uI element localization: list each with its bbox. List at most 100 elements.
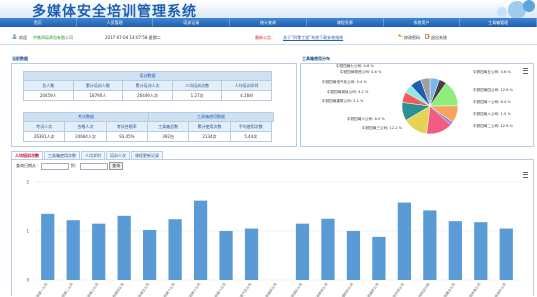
- pie-label-7: 中铁四局六公司: 8.9 %: [347, 117, 385, 121]
- pie-label-10: 中铁四局电气化公司: 5.4 %: [322, 80, 367, 84]
- pie-label-8: 中铁四局建筑公司: 5.1 %: [322, 99, 364, 103]
- exam-toolbox-value-cell-5: 5.44次: [229, 131, 273, 142]
- exam-toolbox-value-cell-0: 26391人次: [22, 131, 66, 142]
- train-value-cell-0: 20459人: [23, 90, 74, 101]
- info-bar: 欢迎 中铁四局承包有限公司 2017-07-04 14:07:58 星期二 最新…: [0, 30, 537, 45]
- x-tick-label-6: 中铁四局第七公司: [182, 282, 202, 297]
- toolbox-pie-chart: [401, 77, 459, 135]
- app-header: 多媒体安全培训管理系统: [0, 0, 537, 20]
- bar-5[interactable]: [168, 219, 182, 280]
- x-tick-label-7: 中铁四局第八公司: [207, 282, 227, 297]
- bar-0[interactable]: [41, 213, 55, 280]
- main-nav: 首页 人员管理 培训记录 统计查询 课程资源 系统用户 工具箱管理: [0, 18, 537, 27]
- x-tick-label-5: 中铁四局第六公司: [156, 282, 176, 297]
- training-bar-chart: 210中铁四局第一公司 中铁四局第二公司 中铁四局第三公司 中铁四局第四公司 中铁四局第…: [26, 180, 519, 297]
- bar-1[interactable]: [66, 220, 80, 280]
- exam-toolbox-table: 考试人次 合格人次 考试合格率 工具箱总数 累计使用次数 平均使用次数 26391人次 24…: [22, 121, 273, 142]
- train-header-cell-1: 累计培训人数: [72, 80, 124, 91]
- exam-toolbox-header-cell-3: 工具箱总数: [146, 121, 190, 132]
- bar-12[interactable]: [346, 231, 361, 280]
- date-to-label: 到：: [70, 163, 79, 168]
- bar-11[interactable]: [321, 218, 335, 280]
- user-icon: [12, 34, 17, 39]
- bar-10[interactable]: [295, 223, 310, 280]
- bar-14[interactable]: [397, 202, 411, 280]
- logout-icon: [425, 34, 430, 39]
- x-tick-label-9: 中铁四局建筑公司: [258, 282, 278, 297]
- bar-6[interactable]: [193, 200, 208, 280]
- bar-15[interactable]: [423, 210, 437, 280]
- query-button[interactable]: 查询: [109, 162, 124, 170]
- nav-item-2[interactable]: 培训记录: [153, 18, 231, 27]
- date-from-label: 查询日期从：: [16, 163, 40, 168]
- pie-label-4: 中铁四局八公司: 1.5 %: [473, 112, 511, 116]
- nav-item-0[interactable]: 首页: [0, 18, 77, 27]
- train-table: 总人数 累计培训人数 累计培训人次 人均培训次数 人均培训学时 20459人 18790人…: [23, 80, 272, 101]
- x-tick-label-3: 中铁四局第四公司: [105, 282, 125, 297]
- key-icon: [398, 34, 403, 37]
- bar-2[interactable]: [92, 223, 106, 280]
- bar-3[interactable]: [117, 215, 131, 280]
- x-tick-label-13: 中铁四局路桥公司: [360, 282, 380, 297]
- nav-item-4[interactable]: 课程资源: [307, 18, 384, 27]
- nav-item-3[interactable]: 统计查询: [230, 18, 307, 27]
- bar-8[interactable]: [244, 228, 259, 280]
- nav-item-1[interactable]: 人员管理: [77, 18, 154, 27]
- train-value-cell-4: 4.16时: [221, 90, 272, 101]
- pie-label-9: 中铁四局城轨公司: 4.2 %: [327, 90, 369, 94]
- pie-label-3: 中铁四局一公司: 8.4 %: [473, 100, 511, 104]
- x-tick-label-4: 中铁四局第五公司: [131, 282, 151, 297]
- exam-toolbox-header-cell-4: 累计使用次数: [188, 121, 231, 132]
- x-tick-label-8: 中铁四局电气化公司: [231, 282, 253, 297]
- nav-item-6[interactable]: 工具箱管理: [460, 18, 537, 27]
- train-value-cell-2: 26449人次: [122, 90, 173, 101]
- bar-16[interactable]: [448, 221, 462, 280]
- y-tick-label-2: 0: [26, 278, 29, 283]
- x-tick-label-0: 中铁四局第一公司: [29, 282, 49, 297]
- logout-button[interactable]: 退出系统: [431, 35, 447, 41]
- train-header-cell-3: 人均培训次数: [171, 80, 223, 91]
- x-tick-label-18: 中铁四局海外公司: [487, 282, 507, 297]
- current-datetime: 2017-07-04 14:07:58 星期二: [105, 35, 161, 40]
- x-tick-label-16: 中铁四局置业公司: [436, 282, 456, 297]
- exam-toolbox-header-cell-0: 考试人次: [22, 121, 66, 132]
- train-header-cell-4: 人均培训学时: [221, 80, 272, 91]
- x-tick-label-11: 中铁四局物资公司: [309, 282, 329, 297]
- company-name: 中铁四局承包有限公司: [33, 35, 73, 40]
- x-tick-label-15: 中铁四局设计院: [413, 281, 431, 297]
- train-header-cell-2: 累计培训人次: [122, 80, 173, 91]
- train-header-cell-0: 总人数: [23, 80, 74, 91]
- x-tick-label-14: 中铁四局市政公司: [386, 282, 406, 297]
- x-tick-label-1: 中铁四局第二公司: [54, 282, 74, 297]
- welcome-label: 欢迎: [19, 35, 27, 40]
- notice-link[interactable]: 关于“四零工程”系统下载安装指南: [283, 35, 343, 41]
- exam-toolbox-value-cell-3: 392台: [146, 131, 190, 142]
- exam-toolbox-value-cell-2: 93.45%: [105, 131, 148, 142]
- train-value-cell-1: 18790人: [72, 90, 124, 101]
- date-filter: 查询日期从： 到： 查询: [16, 162, 124, 170]
- x-tick-label-2: 中铁四局第三公司: [80, 282, 100, 297]
- bar-13[interactable]: [372, 236, 386, 280]
- pie-label-2: 中铁四局四公司: 12.8 %: [473, 88, 514, 92]
- date-from-input[interactable]: [41, 162, 70, 170]
- pie-label-0: 中铁四局七公司: 4.6 %: [336, 64, 374, 68]
- pie-panel-title: 工具箱使用分布: [302, 56, 330, 61]
- exam-toolbox-header-cell-5: 平均使用次数: [229, 121, 273, 132]
- pie-label-5: 中铁四局二公司: 12.8 %: [473, 124, 514, 128]
- bar-18[interactable]: [499, 228, 513, 280]
- change-password-button[interactable]: 修改密码: [404, 35, 420, 41]
- nav-item-5[interactable]: 系统用户: [384, 18, 461, 27]
- exam-toolbox-header-cell-2: 考试合格率: [105, 121, 148, 132]
- x-tick-label-17: 中铁四局机电公司: [462, 282, 482, 297]
- pie-label-6: 中铁四局三公司: 12.2 %: [362, 126, 403, 130]
- bar-4[interactable]: [143, 230, 157, 280]
- y-tick-label-0: 2: [26, 180, 29, 185]
- notice-label: 最新公告：: [255, 35, 275, 40]
- y-tick-label-1: 1: [26, 229, 29, 234]
- exam-toolbox-value-cell-1: 24664人次: [64, 131, 107, 142]
- x-tick-label-12: 中铁四局钢结构公司: [333, 282, 355, 297]
- bar-7[interactable]: [219, 231, 233, 280]
- bar-17[interactable]: [474, 222, 488, 280]
- date-to-input[interactable]: [79, 162, 108, 170]
- chart-menu-icon[interactable]: [523, 68, 528, 74]
